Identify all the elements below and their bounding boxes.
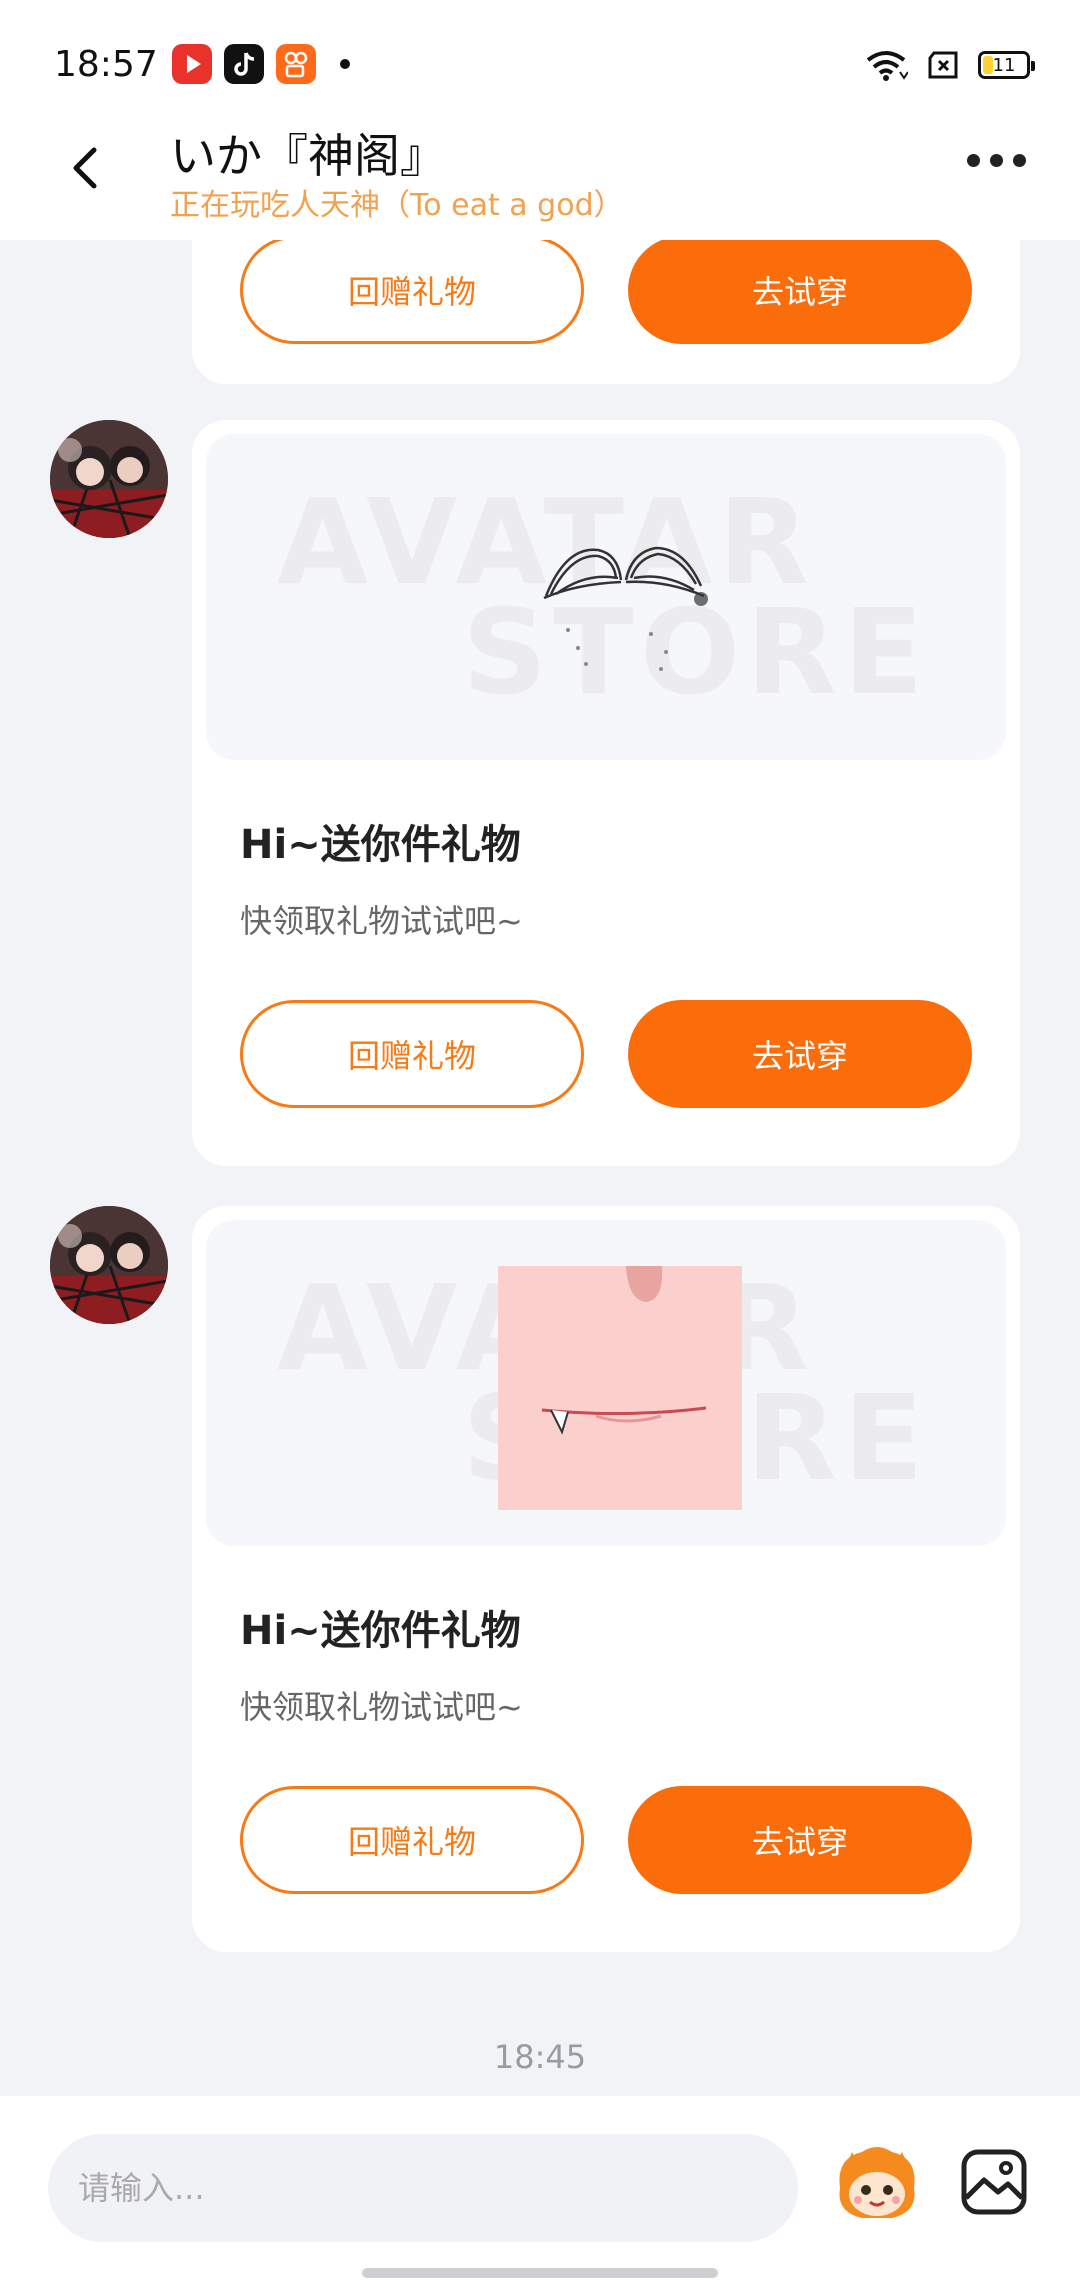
- message-timestamp: 18:45: [493, 2038, 587, 2076]
- sender-avatar[interactable]: [50, 420, 168, 538]
- status-time: 18:57: [54, 44, 158, 85]
- return-gift-button[interactable]: 回赠礼物: [240, 1786, 584, 1894]
- input-bar: [0, 2096, 1080, 2280]
- more-options-button[interactable]: [967, 154, 1026, 167]
- battery-level: 11: [992, 54, 1016, 76]
- return-gift-button[interactable]: 回赠礼物: [240, 1000, 584, 1108]
- chat-status: 正在玩吃人天神（To eat a god）: [170, 188, 624, 223]
- status-bar: 18:57 11: [0, 0, 1080, 120]
- home-indicator: [362, 2268, 718, 2278]
- sim-icon: [928, 51, 958, 79]
- return-gift-button[interactable]: 回赠礼物: [240, 236, 584, 344]
- gift-card: AVATAR STORE Hi~送你件礼物 快领取礼物试试吧~ 回赠礼物 去试穿: [192, 1206, 1020, 1952]
- more-dot-icon: [967, 154, 980, 167]
- video-app-icon: [172, 44, 212, 84]
- gift-title: Hi~送你件礼物: [240, 1608, 521, 1654]
- sender-avatar[interactable]: [50, 1206, 168, 1324]
- angel-wings-image: [543, 546, 708, 671]
- try-on-button[interactable]: 去试穿: [628, 1000, 972, 1108]
- wifi-icon: [866, 51, 908, 81]
- kuaishou-icon: [276, 44, 316, 84]
- system-icons: 11: [864, 48, 1035, 82]
- mascot-face-icon: [839, 2147, 915, 2218]
- emoji-mascot-button[interactable]: [832, 2138, 922, 2228]
- back-button[interactable]: [56, 138, 116, 198]
- chat-title: いか『神阁』: [170, 129, 446, 183]
- image-icon: [961, 2149, 1027, 2215]
- mouth-item-image: [498, 1266, 742, 1510]
- more-dot-icon: [1013, 154, 1026, 167]
- gift-image[interactable]: AVATAR STORE: [206, 1220, 1006, 1546]
- gift-description: 快领取礼物试试吧~: [240, 902, 523, 940]
- chevron-left-icon: [73, 147, 97, 189]
- gift-title: Hi~送你件礼物: [240, 822, 521, 868]
- chat-header: いか『神阁』 正在玩吃人天神（To eat a god）: [0, 120, 1080, 240]
- gift-description: 快领取礼物试试吧~: [240, 1688, 523, 1726]
- more-notifications-dot: [340, 59, 350, 69]
- gift-card: AVATAR STORE Hi~送你件礼物 快领取礼物试试吧~ 回赠礼物 去试穿: [192, 420, 1020, 1166]
- try-on-button[interactable]: 去试穿: [628, 236, 972, 344]
- notification-icons: [172, 44, 350, 84]
- gift-image[interactable]: AVATAR STORE: [206, 434, 1006, 760]
- image-picker-button[interactable]: [958, 2146, 1030, 2218]
- try-on-button[interactable]: 去试穿: [628, 1786, 972, 1894]
- more-dot-icon: [990, 154, 1003, 167]
- tiktok-icon: [224, 44, 264, 84]
- message-input[interactable]: [48, 2134, 798, 2242]
- battery-icon: 11: [978, 51, 1035, 79]
